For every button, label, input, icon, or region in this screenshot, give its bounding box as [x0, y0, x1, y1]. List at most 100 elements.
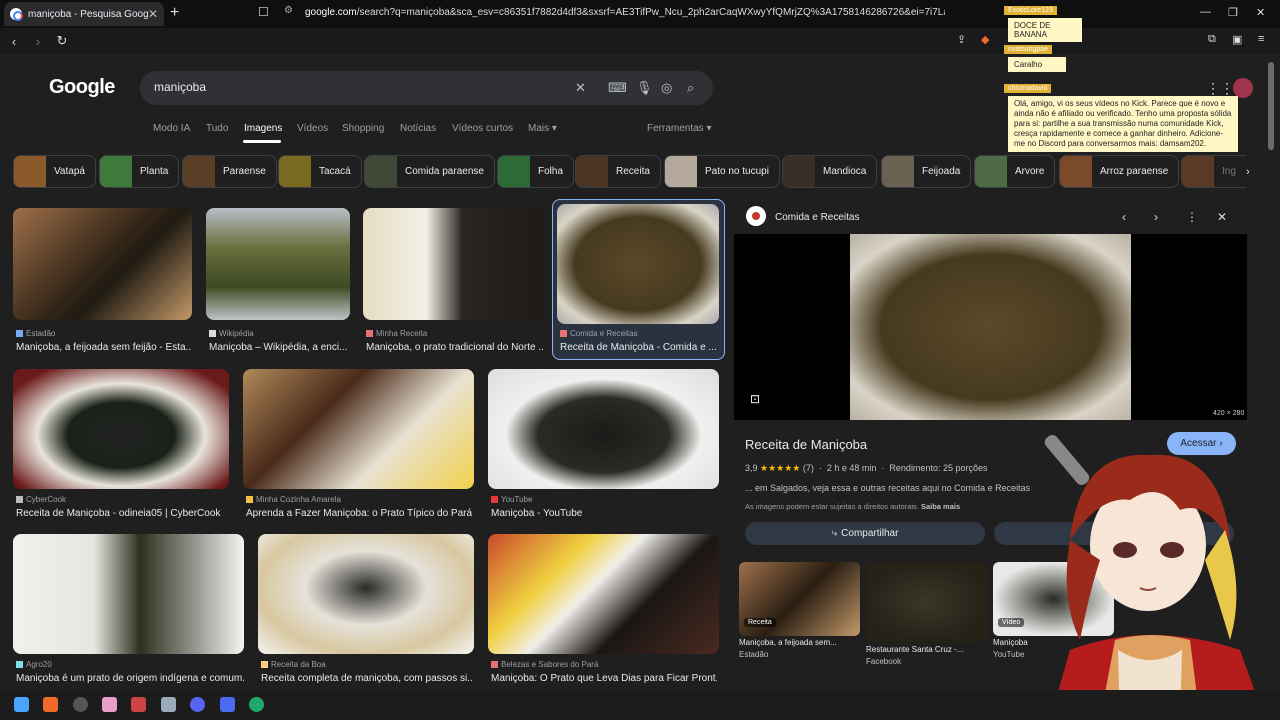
tools-button[interactable]: Ferramentas ▾	[647, 123, 711, 134]
result-title[interactable]: Maniçoba, o prato tradicional do Norte .…	[366, 342, 544, 353]
site-info-icon[interactable]: ⚙	[284, 5, 293, 16]
chip-arroz-paraense[interactable]: Arroz paraense	[1059, 155, 1180, 188]
app-icon[interactable]	[220, 697, 235, 712]
review-count: (7)	[802, 463, 814, 473]
result-title[interactable]: Aprenda a Fazer Maniçoba: o Prato Típico…	[246, 508, 472, 519]
close-window-icon[interactable]: ✕	[1256, 6, 1265, 19]
minimize-icon[interactable]: —	[1200, 6, 1211, 18]
discord-icon[interactable]	[190, 697, 205, 712]
new-tab-button[interactable]: +	[170, 4, 179, 22]
chip-comida-paraense[interactable]: Comida paraense	[364, 155, 495, 188]
learn-more-link[interactable]: Saiba mais	[921, 502, 960, 511]
result-image[interactable]	[13, 208, 192, 320]
chip-ing[interactable]: Ing	[1181, 155, 1246, 188]
back-icon[interactable]: ‹	[4, 34, 24, 49]
chip-pato-no-tucupi[interactable]: Pato no tucupi	[664, 155, 780, 188]
edge-icon[interactable]	[249, 697, 264, 712]
result-title[interactable]: Maniçoba - YouTube	[491, 508, 717, 519]
preview-image[interactable]	[850, 234, 1131, 420]
nav-videos-curtos[interactable]: Vídeos curtos	[452, 123, 513, 134]
related-title[interactable]: Maniçoba, a feijoada sem...	[739, 638, 859, 647]
chip-tacaca[interactable]: Tacacá	[278, 155, 362, 188]
clear-search-icon[interactable]: ✕	[575, 80, 586, 96]
next-result-icon[interactable]: ›	[1154, 210, 1158, 224]
search-icon[interactable]: ⌕	[687, 80, 694, 96]
result-source: Estadão	[16, 329, 55, 338]
apps-grid-icon[interactable]: ⋮⋮	[1206, 80, 1234, 97]
result-title[interactable]: Maniçoba – Wikipédia, a enci...	[209, 342, 349, 353]
nav-mais[interactable]: Mais ▾	[528, 123, 557, 134]
chip-arvore[interactable]: Arvore	[974, 155, 1056, 188]
panel-source[interactable]: Comida e Receitas	[775, 212, 859, 223]
avatar[interactable]	[1233, 78, 1253, 98]
app-icon[interactable]	[161, 697, 176, 712]
browser-tab[interactable]: maniçoba - Pesquisa Google ✕	[4, 2, 164, 26]
bookmark-icon[interactable]: ☐	[258, 5, 269, 19]
result-title[interactable]: Maniçoba: O Prato que Leva Dias para Fic…	[491, 673, 717, 684]
nav-noticias[interactable]: Notícias	[400, 123, 436, 134]
result-image[interactable]	[13, 369, 229, 489]
reload-icon[interactable]: ↻	[52, 33, 72, 49]
related-image[interactable]	[866, 562, 987, 642]
related-title[interactable]: Restaurante Santa Cruz -...	[866, 645, 986, 654]
share-button[interactable]: ⤷ Compartilhar	[745, 522, 985, 545]
close-panel-icon[interactable]: ✕	[1217, 210, 1227, 224]
chip-planta[interactable]: Planta	[99, 155, 180, 188]
page-scrollbar[interactable]	[1268, 62, 1274, 150]
chip-receita[interactable]: Receita	[575, 155, 661, 188]
url-field[interactable]: google.com/search?q=maniçoba&sca_esv=c86…	[305, 4, 945, 22]
prev-result-icon[interactable]: ‹	[1122, 210, 1126, 224]
chip-mandioca[interactable]: Mandioca	[782, 155, 878, 188]
search-input[interactable]	[154, 80, 554, 94]
forward-icon[interactable]: ›	[28, 34, 48, 49]
lens-icon[interactable]: ◎	[661, 80, 672, 96]
result-image[interactable]	[488, 534, 719, 654]
microphone-icon[interactable]: 🎙	[636, 80, 653, 96]
app-icon[interactable]	[131, 697, 146, 712]
chip-thumbnail	[365, 156, 397, 187]
keyboard-icon[interactable]: ⌨	[608, 80, 627, 96]
result-image[interactable]	[13, 534, 244, 654]
result-image[interactable]	[488, 369, 719, 489]
share-page-icon[interactable]: ⇪	[957, 33, 966, 46]
result-image[interactable]	[243, 369, 474, 489]
nav-modo-ia[interactable]: Modo IA	[153, 123, 190, 134]
menu-icon[interactable]: ≡	[1258, 33, 1264, 45]
chip-folha[interactable]: Folha	[497, 155, 575, 188]
nav-shopping[interactable]: Shopping	[342, 123, 384, 134]
chips-next-icon[interactable]: ›	[1246, 166, 1250, 178]
result-title[interactable]: Receita de Maniçoba - odineia05 | CyberC…	[16, 508, 230, 519]
chip-feijoada[interactable]: Feijoada	[881, 155, 972, 188]
result-image[interactable]	[557, 204, 719, 324]
close-tab-icon[interactable]: ✕	[148, 7, 158, 21]
chat-message: DOCE DE BANANA	[1008, 18, 1082, 42]
lens-search-icon[interactable]: ⊡	[750, 392, 760, 406]
app-icon[interactable]	[102, 697, 117, 712]
result-image[interactable]	[258, 534, 474, 654]
search-box[interactable]: ✕ ⌨ 🎙 ◎ ⌕	[140, 71, 713, 105]
nav-tudo[interactable]: Tudo	[206, 123, 228, 134]
chip-paraense[interactable]: Paraense	[182, 155, 277, 188]
result-title[interactable]: Maniçoba, a feijoada sem feijão - Esta..…	[16, 342, 192, 353]
restore-icon[interactable]: ❐	[1228, 6, 1238, 19]
brave-shield-icon[interactable]: ◆	[981, 33, 989, 46]
nav-imagens[interactable]: Imagens	[244, 123, 282, 134]
more-options-icon[interactable]: ⋮	[1186, 210, 1198, 224]
result-title[interactable]: Maniçoba é um prato de origem indígena e…	[16, 673, 244, 684]
chip-vatapa[interactable]: Vatapá	[13, 155, 96, 188]
result-image[interactable]	[363, 208, 544, 320]
result-title[interactable]: Receita completa de maniçoba, com passos…	[261, 673, 473, 684]
google-logo[interactable]: Google	[49, 76, 115, 99]
chip-thumbnail	[975, 156, 1007, 187]
sidebar-icon[interactable]: ▣	[1232, 33, 1242, 46]
extensions-icon[interactable]: ⧉	[1208, 33, 1216, 46]
windows-start-icon[interactable]	[14, 697, 29, 712]
panel-title[interactable]: Receita de Maniçoba	[745, 437, 867, 452]
nav-videos[interactable]: Vídeos	[297, 123, 328, 134]
brave-icon[interactable]	[43, 697, 58, 712]
result-image[interactable]	[206, 208, 350, 320]
result-source: Minha Receita	[366, 329, 427, 338]
related-source: YouTube	[993, 650, 1025, 659]
obs-icon[interactable]	[73, 697, 88, 712]
result-title[interactable]: Receita de Maniçoba - Comida e ...	[560, 342, 718, 353]
